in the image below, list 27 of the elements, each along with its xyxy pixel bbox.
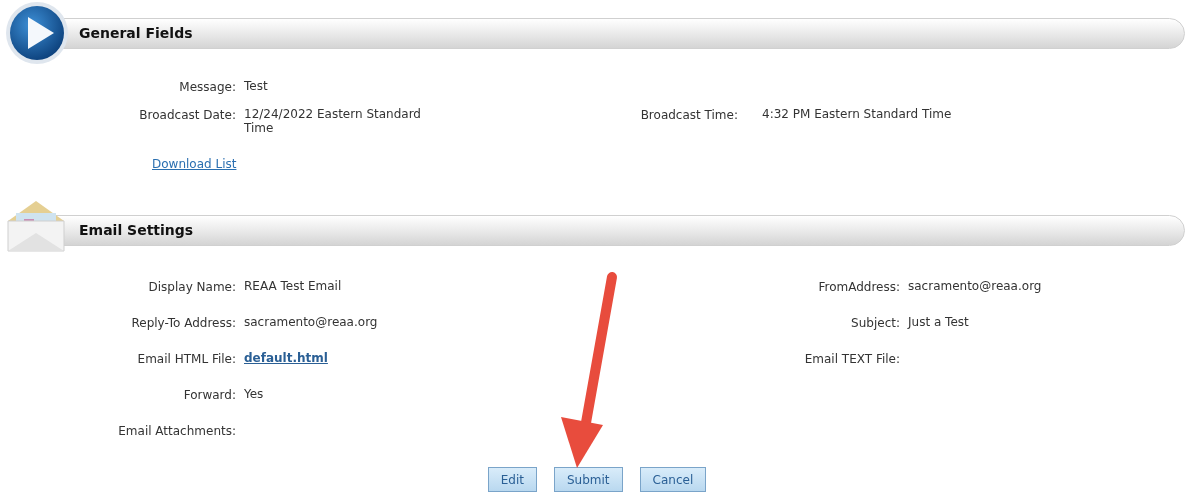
field-label: Email HTML File: xyxy=(136,351,236,367)
field-label: Email Attachments: xyxy=(117,423,236,439)
field-value: Test xyxy=(244,79,269,93)
action-button[interactable]: Submit xyxy=(554,467,623,492)
field-value: 4:32 PM Eastern Standard Time xyxy=(761,107,953,121)
play-icon xyxy=(4,0,70,66)
field-label: Message: xyxy=(178,79,236,95)
field-label: FromAddress: xyxy=(817,279,900,295)
field-label: Broadcast Time: xyxy=(639,107,738,123)
field-value: Yes xyxy=(244,387,265,401)
field-value: sacramento@reaa.org xyxy=(244,315,379,329)
action-button[interactable]: Cancel xyxy=(639,467,707,492)
action-button[interactable]: Edit xyxy=(487,467,537,492)
field-value: sacramento@reaa.org xyxy=(908,279,1043,293)
field-value: REAA Test Email xyxy=(244,279,343,293)
field-value: 12/24/2022 Eastern Standard Time xyxy=(244,107,422,135)
file-link[interactable]: default.html xyxy=(244,351,328,365)
section-title: General Fields xyxy=(79,23,193,43)
field-label: Email TEXT File: xyxy=(803,351,900,367)
field-label: Reply-To Address: xyxy=(130,315,236,331)
download-link[interactable]: Download List xyxy=(152,157,237,171)
field-value: Just a Test xyxy=(908,315,970,329)
section-title: Email Settings xyxy=(79,220,194,240)
field-label: Forward: xyxy=(182,387,236,403)
field-label: Display Name: xyxy=(147,279,236,295)
field-label: Subject: xyxy=(850,315,900,331)
field-label: Broadcast Date: xyxy=(138,107,236,123)
